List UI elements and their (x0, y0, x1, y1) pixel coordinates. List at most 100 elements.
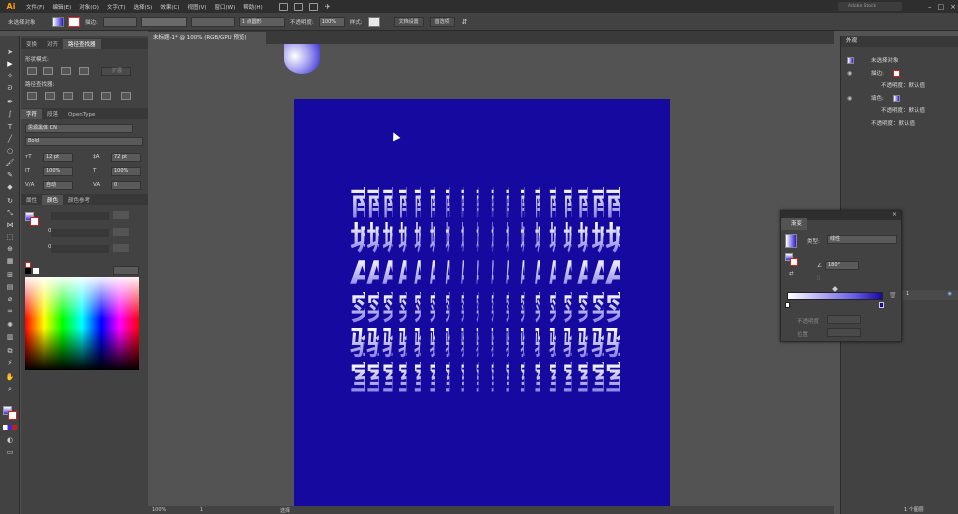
artboard[interactable]: 南南南南南南南南南南南南南南南南南南城城城城城城城城城城城城城城城城城城AAAA… (294, 99, 670, 506)
mesh-tool-icon[interactable]: ⊞ (4, 271, 16, 280)
minus-front-button[interactable] (43, 67, 53, 75)
hex-field[interactable] (113, 266, 139, 275)
tab-opentype[interactable]: OpenType (63, 111, 100, 119)
minus-back-button[interactable] (121, 92, 131, 100)
free-transform-tool-icon[interactable]: ⬚ (4, 233, 16, 242)
font-family-field[interactable]: 思源黑体 CN (25, 124, 133, 133)
rotate-tool-icon[interactable]: ↻ (4, 197, 16, 206)
tab-align[interactable]: 对齐 (42, 39, 63, 49)
menu-edit[interactable]: 编辑(E) (48, 3, 75, 11)
tab-color-guide[interactable]: 颜色参考 (63, 195, 95, 205)
color-slider-track-2[interactable] (51, 229, 109, 237)
white-swatch[interactable] (33, 268, 39, 274)
merge-button[interactable] (63, 92, 73, 100)
opacity-field[interactable]: 100% (318, 16, 345, 27)
fill-swatch[interactable] (52, 16, 64, 27)
color-spectrum[interactable] (25, 277, 139, 370)
appearance-panel-title[interactable]: 外观 (841, 36, 958, 47)
gradient-type-dropdown[interactable]: 线性 (827, 235, 897, 244)
perspective-grid-tool-icon[interactable]: ▦ (4, 257, 16, 266)
shaper-tool-icon[interactable]: ✎ (4, 171, 16, 180)
appearance-fill-row[interactable]: ◉ 填色: (841, 93, 958, 105)
stroke-weight-field[interactable] (102, 16, 137, 27)
intersect-button[interactable] (61, 67, 71, 75)
appearance-fill-opacity-row[interactable]: 不透明度：默认值 (841, 105, 958, 117)
maximize-icon[interactable]: □ (938, 3, 945, 11)
trim-button[interactable] (45, 92, 55, 100)
appearance-object-opacity-row[interactable]: 不透明度：默认值 (841, 118, 958, 130)
canvas[interactable]: 南南南南南南南南南南南南南南南南南南城城城城城城城城城城城城城城城城城城AAAA… (148, 44, 834, 506)
ellipse-tool-icon[interactable]: ○ (4, 147, 16, 156)
gradient-midpoint-handle[interactable] (832, 286, 838, 292)
appearance-stroke-opacity-row[interactable]: 不透明度：默认值 (841, 80, 958, 92)
fill-visibility-eye-icon[interactable]: ◉ (847, 93, 852, 105)
artwork-row[interactable]: 南南南南南南南南南南南南南南南南南南 (350, 187, 637, 220)
delete-stop-icon[interactable]: 🗑 (889, 292, 897, 299)
brush-definition-field[interactable] (190, 16, 235, 27)
black-swatch[interactable] (25, 268, 31, 274)
type-tool-icon[interactable]: T (4, 123, 16, 132)
artwork-row[interactable]: 验验验验验验验验验验验验验验验验验验 (350, 327, 637, 360)
eyedropper-tool-icon[interactable]: ⌀ (4, 295, 16, 304)
stroke-visibility-eye-icon[interactable]: ◉ (847, 68, 852, 80)
tracking-field[interactable]: 0 (111, 181, 141, 190)
stroke-row-swatch[interactable] (893, 70, 900, 77)
gradient-slider[interactable] (787, 292, 883, 300)
tab-color[interactable]: 颜色 (42, 195, 64, 205)
paintbrush-tool-icon[interactable]: 🖌 (4, 159, 16, 168)
font-style-field[interactable]: Bold (25, 137, 143, 146)
crop-button[interactable] (83, 92, 93, 100)
curvature-tool-icon[interactable]: ∫ (4, 110, 16, 119)
gradient-stop-left[interactable] (785, 302, 790, 308)
kerning-field[interactable]: 自动 (43, 181, 73, 190)
zoom-level-field[interactable]: 100% (148, 507, 170, 513)
leading-field[interactable]: 72 pt (111, 153, 141, 162)
unite-button[interactable] (27, 67, 37, 75)
gradient-panel-title[interactable]: 渐变 (781, 218, 808, 230)
stock-search-input[interactable]: Adobe Stock (838, 2, 902, 11)
screen-mode-icon[interactable]: ▭ (4, 448, 16, 457)
tab-character[interactable]: 字符 (21, 109, 43, 119)
artwork-row[interactable]: 城城城城城城城城城城城城城城城城城城 (350, 222, 637, 255)
color-slider-track-3[interactable] (51, 245, 109, 253)
gradient-fill-stroke[interactable] (785, 253, 798, 266)
close-icon[interactable]: × (950, 3, 956, 11)
gradient-stroke-swatch[interactable] (790, 258, 798, 266)
zoom-tool-icon[interactable]: ⌕ (4, 385, 16, 394)
artboard-tool-icon[interactable]: ⧉ (4, 347, 16, 356)
color-value-3[interactable] (113, 244, 129, 252)
object-opacity-label[interactable]: 不透明度：默认值 (871, 118, 915, 130)
menu-file[interactable]: 文件(F) (22, 3, 48, 11)
expand-button[interactable]: 扩展 (101, 67, 131, 76)
color-value-2[interactable] (113, 228, 129, 236)
magic-wand-tool-icon[interactable]: ✧ (4, 72, 16, 81)
blend-tool-icon[interactable]: ∞ (4, 307, 16, 316)
appearance-stroke-row[interactable]: ◉ 描边: (841, 68, 958, 80)
vertical-scale-field[interactable]: 100% (43, 167, 73, 176)
horizontal-scale-field[interactable]: 100% (111, 167, 141, 176)
color-slider-track-1[interactable] (51, 212, 109, 220)
menu-window[interactable]: 窗口(W) (211, 3, 240, 11)
line-tool-icon[interactable]: ╱ (4, 135, 16, 144)
artwork-row[interactable]: AAAAAAAAAAAAAAAAAA (350, 257, 630, 290)
fill-row-swatch[interactable] (893, 95, 900, 102)
width-tool-icon[interactable]: ⋈ (4, 221, 16, 230)
hand-tool-icon[interactable]: ✋ (4, 373, 16, 382)
outline-button[interactable] (101, 92, 111, 100)
gradient-stop-right[interactable] (879, 302, 884, 308)
slice-tool-icon[interactable]: ⚡ (4, 359, 16, 368)
stroke-swatch[interactable] (68, 16, 80, 27)
gradient-location-field[interactable] (827, 328, 861, 337)
gradient-angle-field[interactable]: 180° (825, 261, 859, 270)
tab-pathfinder[interactable]: 路径查找器 (63, 39, 101, 49)
menu-select[interactable]: 选择(S) (130, 3, 157, 11)
send-icon[interactable]: ✈ (325, 3, 331, 11)
column-graph-tool-icon[interactable]: ▥ (4, 333, 16, 342)
layer-row[interactable]: 1 ◉ (902, 290, 958, 300)
menu-effect[interactable]: 效果(C) (156, 3, 183, 11)
direct-selection-tool-icon[interactable]: ▶ (4, 60, 16, 69)
tab-properties[interactable]: 属性 (21, 195, 42, 205)
layer-visibility-eye-icon[interactable]: ◉ (948, 291, 952, 297)
divide-button[interactable] (27, 92, 37, 100)
shape-builder-tool-icon[interactable]: ⊕ (4, 245, 16, 254)
